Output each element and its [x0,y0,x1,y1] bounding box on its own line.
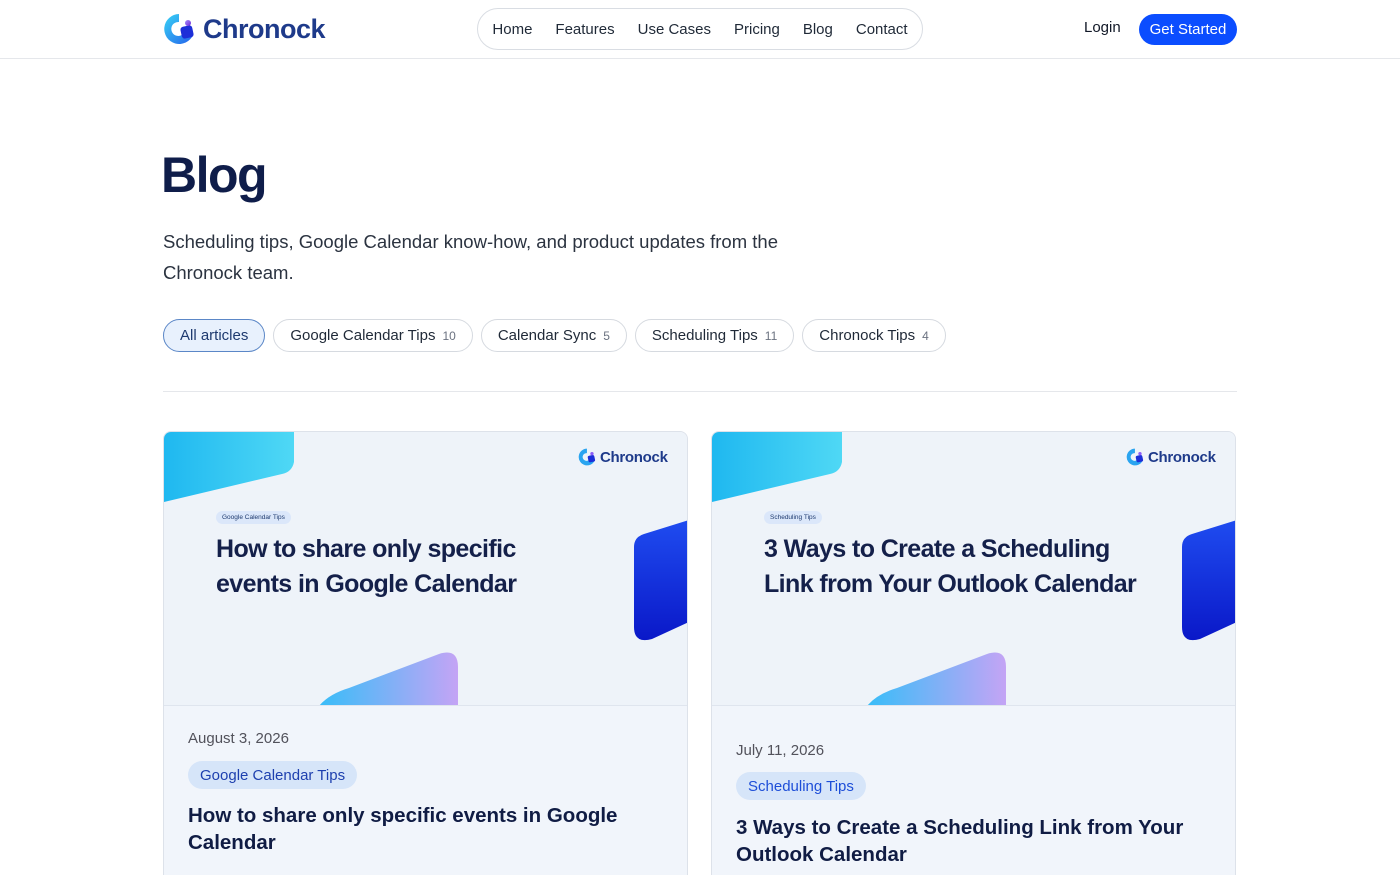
nav-item-use-cases[interactable]: Use Cases [626,21,722,38]
thumbnail-title: 3 Ways to Create a Scheduling Link from … [764,535,1137,598]
chronock-logo-icon [163,13,197,45]
filter-chronock-tips[interactable]: Chronock Tips 4 [802,319,946,352]
post-date: July 11, 2026 [736,742,825,759]
card-thumbnail: Chronock Scheduling Tips 3 Ways to Creat… [712,432,1235,706]
filter-count: 5 [603,328,610,343]
category-filters: All articles Google Calendar Tips 10 Cal… [163,319,946,352]
brand-name: Chronock [203,13,326,44]
filter-count: 11 [764,328,778,343]
login-link[interactable]: Login [1084,19,1121,36]
nav-item-contact[interactable]: Contact [844,21,919,38]
page-title: Blog [161,147,268,203]
filter-calendar-sync[interactable]: Calendar Sync 5 [480,319,627,352]
chronock-logo-icon [1126,448,1144,466]
card-thumbnail: Chronock Google Calendar Tips How to sha… [164,432,687,706]
post-category-tag[interactable]: Google Calendar Tips [188,761,358,789]
nav-item-features[interactable]: Features [544,21,626,38]
site-header: Chronock Home Features Use Cases Pricing… [0,0,1400,59]
filter-scheduling-tips[interactable]: Scheduling Tips 11 [634,319,795,352]
blog-card[interactable]: Chronock Google Calendar Tips How to sha… [163,431,688,875]
nav-item-home[interactable]: Home [481,21,544,38]
blog-card[interactable]: Chronock Scheduling Tips 3 Ways to Creat… [711,431,1236,875]
thumbnail-brand-name: Chronock [1148,448,1216,466]
post-title[interactable]: 3 Ways to Create a Scheduling Link from … [736,814,1206,868]
filter-all-articles[interactable]: All articles [163,319,266,352]
nav-item-blog[interactable]: Blog [791,21,844,38]
post-title[interactable]: How to share only specific events in Goo… [188,802,658,856]
thumbnail-brand: Chronock [1126,448,1216,466]
nav-item-pricing[interactable]: Pricing [722,21,791,38]
post-category-tag[interactable]: Scheduling Tips [736,772,866,800]
page-subtitle: Scheduling tips, Google Calendar know-ho… [163,231,778,283]
main-nav: Home Features Use Cases Pricing Blog Con… [477,8,923,50]
filter-count: 10 [442,328,456,343]
thumbnail-brand-name: Chronock [600,448,668,466]
thumbnail-brand: Chronock [578,448,668,466]
brand-logo[interactable]: Chronock [163,13,326,45]
filter-label: Chronock Tips [819,327,916,344]
get-started-button[interactable]: Get Started [1139,14,1237,45]
section-divider [163,391,1237,392]
chronock-logo-icon [578,448,596,466]
filter-label: Google Calendar Tips [290,327,436,344]
filter-label: All articles [180,327,249,344]
thumbnail-title: How to share only specific events in Goo… [216,535,517,598]
thumbnail-tag: Scheduling Tips [764,511,822,524]
thumbnail-tag: Google Calendar Tips [216,511,291,524]
filter-count: 4 [922,328,929,343]
filter-label: Calendar Sync [497,327,597,344]
post-date: August 3, 2026 [188,730,289,747]
filter-label: Scheduling Tips [651,327,758,344]
filter-google-calendar-tips[interactable]: Google Calendar Tips 10 [273,319,473,352]
